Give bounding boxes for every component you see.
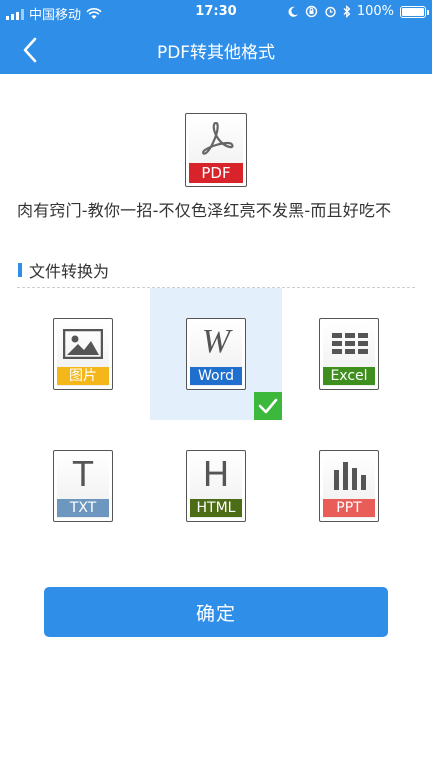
format-option-excel[interactable]: Excel bbox=[283, 288, 415, 420]
rotation-lock-icon bbox=[305, 5, 318, 18]
battery-percent: 100% bbox=[356, 4, 394, 19]
image-icon bbox=[63, 329, 103, 359]
moon-icon bbox=[288, 6, 298, 17]
pdf-file-icon: PDF bbox=[185, 113, 247, 187]
format-label: TXT bbox=[57, 499, 109, 517]
format-label: Excel bbox=[323, 367, 375, 385]
selected-check-badge bbox=[254, 392, 282, 420]
format-option-ppt[interactable]: PPT bbox=[283, 420, 415, 552]
word-w-icon: W bbox=[201, 323, 231, 360]
pdf-label: PDF bbox=[189, 163, 243, 183]
format-label: PPT bbox=[323, 499, 375, 517]
confirm-button[interactable]: 确定 bbox=[44, 587, 388, 637]
status-bar: 中国移动 17:30 100% bbox=[0, 0, 432, 24]
bluetooth-icon bbox=[343, 5, 351, 18]
format-option-html[interactable]: H HTML bbox=[150, 420, 282, 552]
header: 中国移动 17:30 100% PDF转其他格式 bbox=[0, 0, 432, 74]
acrobat-icon bbox=[202, 121, 234, 155]
format-option-word[interactable]: W Word bbox=[150, 288, 282, 420]
format-label: 图片 bbox=[57, 367, 109, 385]
format-label: HTML bbox=[190, 499, 242, 517]
format-label: Word bbox=[190, 367, 242, 385]
spreadsheet-grid-icon bbox=[332, 333, 368, 354]
battery-icon bbox=[400, 5, 429, 18]
section-title: 文件转换为 bbox=[18, 260, 109, 281]
format-option-image[interactable]: 图片 bbox=[17, 288, 149, 420]
page-title: PDF转其他格式 bbox=[156, 43, 276, 63]
html-h-icon: H bbox=[203, 453, 229, 494]
checkmark-icon bbox=[258, 398, 278, 414]
nav-bar: PDF转其他格式 bbox=[0, 26, 432, 74]
bar-chart-icon bbox=[334, 462, 366, 490]
alarm-icon bbox=[325, 6, 336, 18]
format-option-txt[interactable]: T TXT bbox=[17, 420, 149, 552]
file-name: 肉有窍门-教你一招-不仅色泽红亮不发黑-而且好吃不 bbox=[17, 201, 392, 220]
txt-t-icon: T bbox=[72, 453, 94, 494]
